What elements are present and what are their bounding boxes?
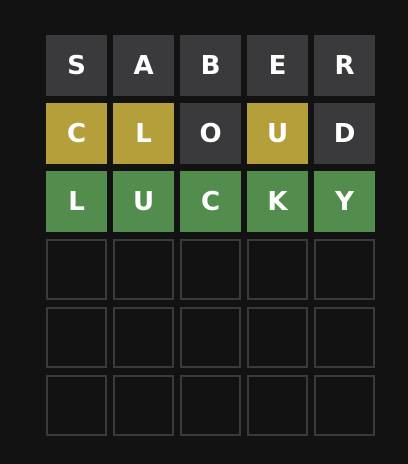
tile-row1-col2: A bbox=[113, 35, 174, 96]
tile-row5-col5 bbox=[314, 307, 375, 368]
tile-row6-col4 bbox=[247, 375, 308, 436]
tile-row6-col1 bbox=[46, 375, 107, 436]
tile-row4-col2 bbox=[113, 239, 174, 300]
tile-row3-col4: K bbox=[247, 171, 308, 232]
tile-row3-col2: U bbox=[113, 171, 174, 232]
tile-row3-col5: Y bbox=[314, 171, 375, 232]
tile-row5-col1 bbox=[46, 307, 107, 368]
tile-row6-col5 bbox=[314, 375, 375, 436]
tile-row1-col5: R bbox=[314, 35, 375, 96]
tile-row2-col4: U bbox=[247, 103, 308, 164]
tile-row6-col2 bbox=[113, 375, 174, 436]
tile-row3-col3: C bbox=[180, 171, 241, 232]
tile-row3-col1: L bbox=[46, 171, 107, 232]
tile-row6-col3 bbox=[180, 375, 241, 436]
tile-row5-col4 bbox=[247, 307, 308, 368]
tile-row1-col4: E bbox=[247, 35, 308, 96]
tile-row2-col5: D bbox=[314, 103, 375, 164]
tile-row1-col1: S bbox=[46, 35, 107, 96]
tile-row2-col3: O bbox=[180, 103, 241, 164]
tile-row2-col2: L bbox=[113, 103, 174, 164]
tile-row1-col3: B bbox=[180, 35, 241, 96]
game-board: S A B E R C L O U D L U C K Y bbox=[46, 35, 375, 436]
tile-row5-col3 bbox=[180, 307, 241, 368]
tile-row4-col4 bbox=[247, 239, 308, 300]
tile-row4-col5 bbox=[314, 239, 375, 300]
tile-row2-col1: C bbox=[46, 103, 107, 164]
tile-row4-col3 bbox=[180, 239, 241, 300]
tile-row5-col2 bbox=[113, 307, 174, 368]
tile-row4-col1 bbox=[46, 239, 107, 300]
